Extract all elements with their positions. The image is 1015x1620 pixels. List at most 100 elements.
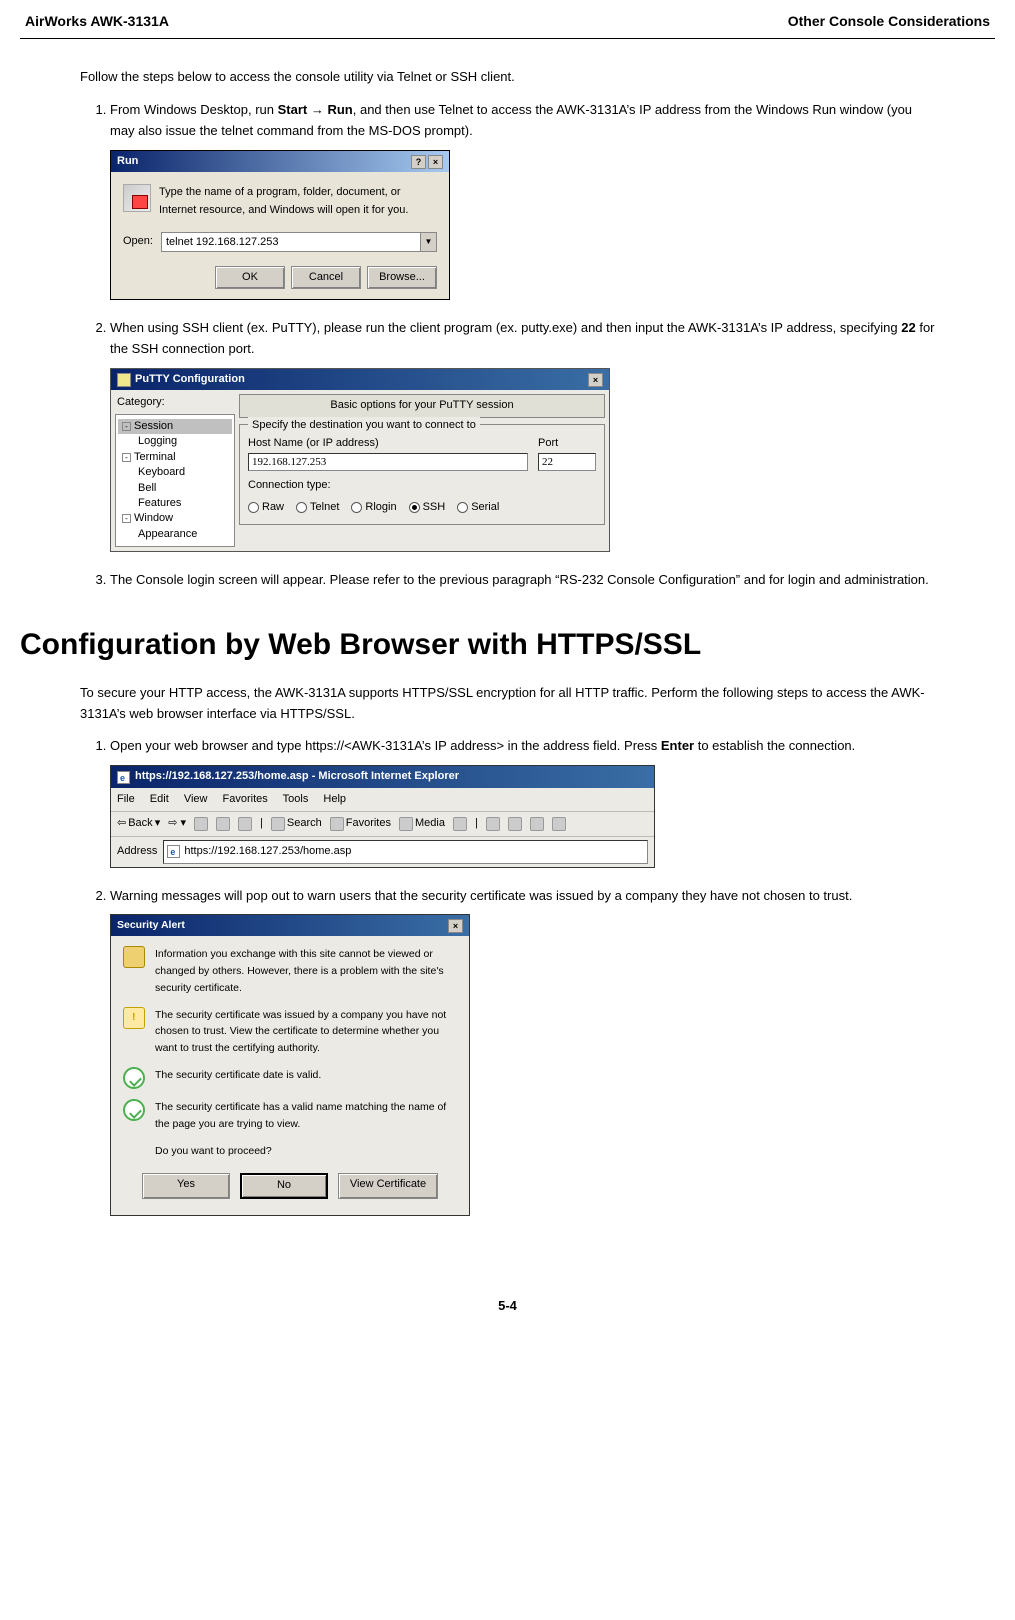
page-icon	[167, 845, 180, 858]
header-right: Other Console Considerations	[788, 10, 990, 32]
cancel-button[interactable]: Cancel	[291, 266, 361, 290]
discuss-icon[interactable]	[552, 817, 566, 831]
check-icon	[123, 1099, 145, 1121]
open-combo[interactable]: ▼	[161, 232, 437, 252]
close-icon[interactable]: ×	[448, 919, 463, 933]
check-icon	[123, 1067, 145, 1089]
header-left: AirWorks AWK-3131A	[25, 10, 169, 32]
step2-pre: When using SSH client (ex. PuTTY), pleas…	[110, 320, 901, 335]
step-2: When using SSH client (ex. PuTTY), pleas…	[110, 318, 935, 552]
edit-icon[interactable]	[530, 817, 544, 831]
security-question: Do you want to proceed?	[155, 1143, 457, 1160]
radio-serial[interactable]: Serial	[457, 499, 499, 517]
menu-edit[interactable]: Edit	[150, 793, 169, 805]
tree-logging[interactable]: Logging	[118, 434, 232, 449]
favorites-button[interactable]: Favorites	[330, 815, 391, 833]
step-3: The Console login screen will appear. Pl…	[110, 570, 935, 591]
address-bar[interactable]: https://192.168.127.253/home.asp	[163, 840, 648, 864]
refresh-icon[interactable]	[216, 817, 230, 831]
conn-type-label: Connection type:	[248, 477, 596, 495]
step1-pre: From Windows Desktop, run	[110, 102, 278, 117]
menu-file[interactable]: File	[117, 793, 135, 805]
tree-features[interactable]: Features	[118, 496, 232, 511]
warning-icon	[123, 1007, 145, 1029]
menu-view[interactable]: View	[184, 793, 208, 805]
security-ok1-text: The security certificate date is valid.	[155, 1067, 321, 1084]
category-tree[interactable]: -Session Logging -Terminal Keyboard Bell…	[115, 414, 235, 547]
browse-button[interactable]: Browse...	[367, 266, 437, 290]
https-step-2: Warning messages will pop out to warn us…	[110, 886, 935, 1216]
security-info-text: Information you exchange with this site …	[155, 946, 457, 996]
category-label: Category:	[115, 394, 235, 414]
ie-icon	[117, 771, 130, 784]
run-title-text: Run	[117, 153, 138, 171]
open-label: Open:	[123, 233, 153, 251]
print-icon[interactable]	[508, 817, 522, 831]
putty-banner: Basic options for your PuTTY session	[239, 394, 605, 418]
mail-icon[interactable]	[486, 817, 500, 831]
hstep1-post: to establish the connection.	[694, 738, 855, 753]
putty-icon	[117, 373, 131, 387]
radio-rlogin[interactable]: Rlogin	[351, 499, 396, 517]
run-desc: Type the name of a program, folder, docu…	[159, 184, 437, 219]
tree-bell[interactable]: Bell	[118, 481, 232, 496]
putty-title-text: PuTTY Configuration	[135, 371, 245, 389]
port-input[interactable]	[538, 453, 596, 471]
close-icon[interactable]: ×	[428, 155, 443, 169]
tree-session[interactable]: -Session	[118, 419, 232, 434]
address-label: Address	[117, 843, 157, 861]
tree-terminal[interactable]: -Terminal	[118, 450, 232, 465]
menu-tools[interactable]: Tools	[283, 793, 309, 805]
back-button[interactable]: ⇦ Back ▾	[117, 815, 160, 833]
hstep1-pre: Open your web browser and type https://<…	[110, 738, 661, 753]
tree-window[interactable]: -Window	[118, 511, 232, 526]
radio-ssh[interactable]: SSH	[409, 499, 446, 517]
host-input[interactable]	[248, 453, 528, 471]
home-icon[interactable]	[238, 817, 252, 831]
run-dialog: Run ? × Type the name of a program, fold…	[110, 150, 450, 300]
section-heading: Configuration by Web Browser with HTTPS/…	[20, 621, 935, 669]
history-icon[interactable]	[453, 817, 467, 831]
run-icon	[123, 184, 151, 212]
putty-titlebar: PuTTY Configuration ×	[111, 369, 609, 391]
tree-keyboard[interactable]: Keyboard	[118, 465, 232, 480]
destination-legend: Specify the destination you want to conn…	[248, 417, 480, 435]
host-label: Host Name (or IP address)	[248, 435, 528, 453]
hstep2-text: Warning messages will pop out to warn us…	[110, 888, 852, 903]
forward-button[interactable]: ⇨ ▾	[168, 815, 186, 833]
menu-help[interactable]: Help	[323, 793, 346, 805]
security-titlebar: Security Alert ×	[111, 915, 469, 936]
ie-titlebar: https://192.168.127.253/home.asp - Micro…	[111, 766, 654, 788]
media-button[interactable]: Media	[399, 815, 445, 833]
step1-bold: Start → Run	[278, 102, 353, 117]
ok-button[interactable]: OK	[215, 266, 285, 290]
tree-appearance[interactable]: Appearance	[118, 527, 232, 542]
radio-raw[interactable]: Raw	[248, 499, 284, 517]
security-warn-text: The security certificate was issued by a…	[155, 1007, 457, 1057]
step2-bold: 22	[901, 320, 915, 335]
security-ok2-text: The security certificate has a valid nam…	[155, 1099, 457, 1133]
menu-favorites[interactable]: Favorites	[223, 793, 268, 805]
destination-group: Specify the destination you want to conn…	[239, 424, 605, 525]
search-button[interactable]: Search	[271, 815, 322, 833]
ie-menubar[interactable]: File Edit View Favorites Tools Help	[111, 788, 654, 813]
putty-dialog: PuTTY Configuration × Category: -Session…	[110, 368, 610, 552]
ie-window: https://192.168.127.253/home.asp - Micro…	[110, 765, 655, 867]
help-icon[interactable]: ?	[411, 155, 426, 169]
security-title-text: Security Alert	[117, 917, 185, 934]
stop-icon[interactable]	[194, 817, 208, 831]
view-certificate-button[interactable]: View Certificate	[338, 1173, 438, 1199]
open-input[interactable]	[162, 233, 420, 251]
close-icon[interactable]: ×	[588, 373, 603, 387]
chevron-down-icon[interactable]: ▼	[420, 233, 436, 251]
no-button[interactable]: No	[240, 1173, 328, 1199]
intro-text: Follow the steps below to access the con…	[80, 67, 935, 88]
run-titlebar: Run ? ×	[111, 151, 449, 173]
radio-telnet[interactable]: Telnet	[296, 499, 339, 517]
yes-button[interactable]: Yes	[142, 1173, 230, 1199]
address-url[interactable]: https://192.168.127.253/home.asp	[184, 843, 351, 861]
security-alert-dialog: Security Alert × Information you exchang…	[110, 914, 470, 1216]
ie-toolbar: ⇦ Back ▾ ⇨ ▾ | Search Favorites Media |	[111, 812, 654, 837]
ie-title-text: https://192.168.127.253/home.asp - Micro…	[135, 768, 459, 786]
hstep1-bold: Enter	[661, 738, 694, 753]
